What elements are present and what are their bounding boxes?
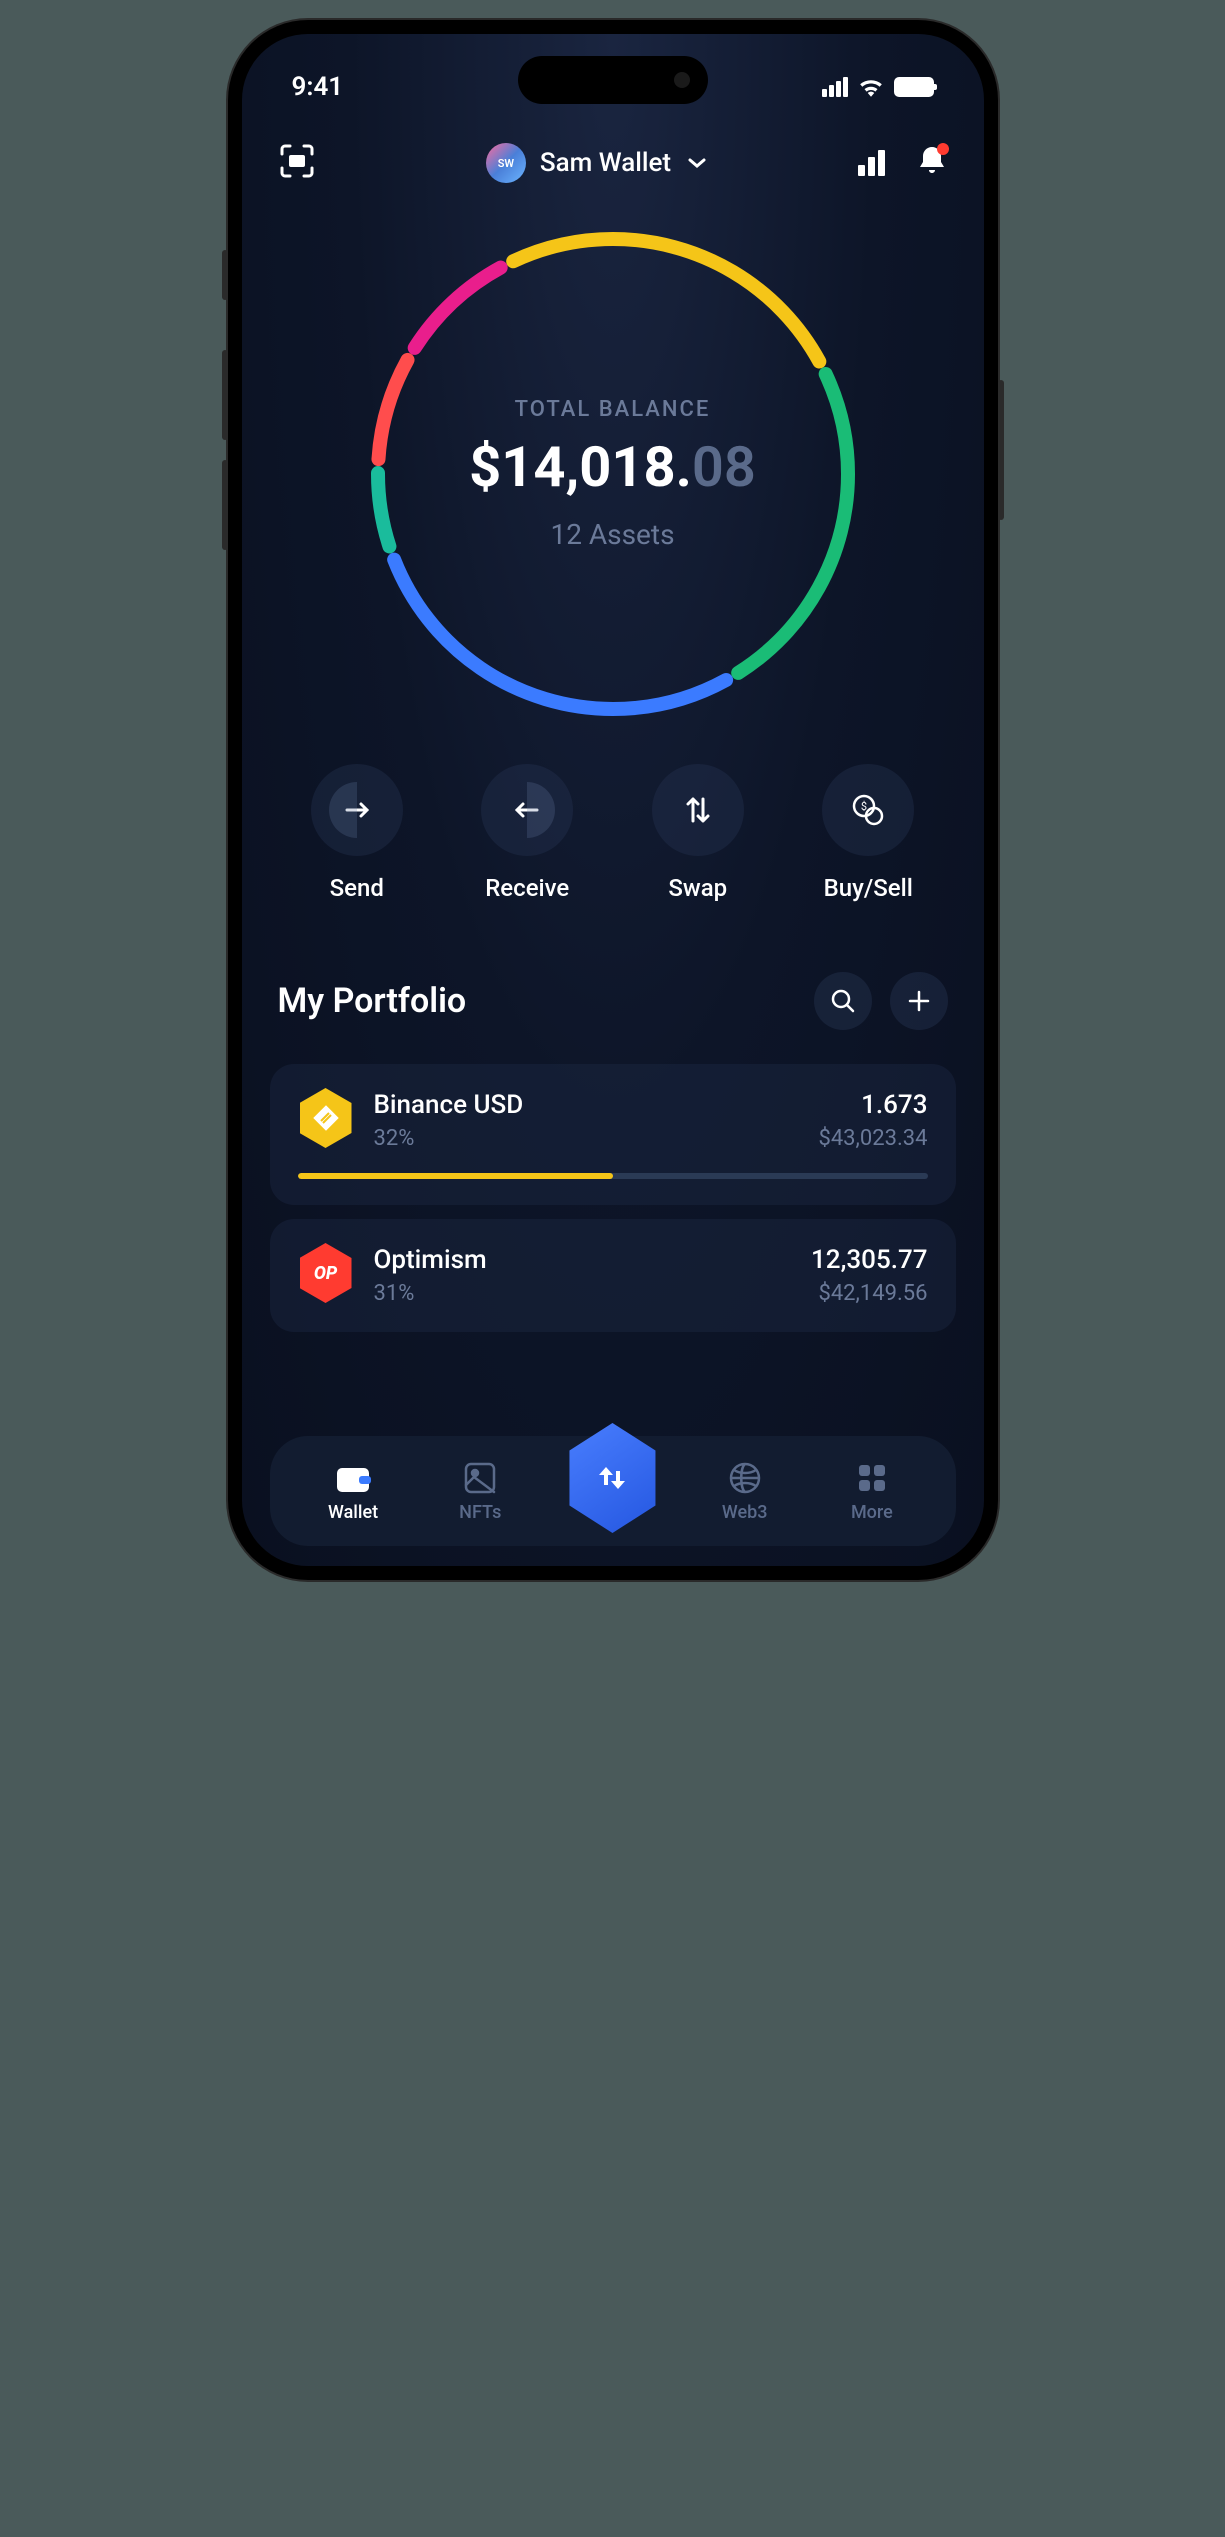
balance-ring-chart: TOTAL BALANCE $14,018.08 12 Assets: [363, 224, 863, 724]
phone-frame: 9:41 SW Sam Wallet: [228, 20, 998, 1580]
grid-icon: [854, 1460, 890, 1496]
nav-web3[interactable]: Web3: [700, 1460, 790, 1523]
receive-label: Receive: [485, 874, 569, 902]
volume-up-button: [222, 350, 228, 440]
asset-name: Optimism: [374, 1245, 792, 1275]
portfolio-title: My Portfolio: [278, 981, 467, 1021]
nav-center-button[interactable]: [562, 1423, 662, 1523]
status-time: 9:41: [292, 72, 344, 102]
nav-wallet-label: Wallet: [328, 1502, 378, 1523]
asset-progress: [298, 1173, 928, 1179]
wallet-icon: [335, 1460, 371, 1496]
app-header: SW Sam Wallet: [242, 112, 984, 204]
nav-more-label: More: [851, 1502, 893, 1523]
screen: 9:41 SW Sam Wallet: [242, 34, 984, 1566]
globe-icon: [727, 1460, 763, 1496]
asset-card[interactable]: OP Optimism 31% 12,305.77 $42,149.56: [270, 1219, 956, 1332]
asset-card[interactable]: Binance USD 32% 1.673 $43,023.34: [270, 1064, 956, 1205]
image-icon: [462, 1460, 498, 1496]
asset-percentage: 31%: [374, 1281, 792, 1306]
power-button: [998, 380, 1004, 520]
coins-icon: $: [851, 793, 885, 827]
dynamic-island: [518, 56, 708, 104]
balance-amount: $14,018.08: [469, 434, 756, 500]
plus-icon: [907, 989, 931, 1013]
asset-usd-value: $43,023.34: [818, 1126, 927, 1151]
nav-nfts[interactable]: NFTs: [435, 1460, 525, 1523]
bottom-nav: Wallet NFTs Web3: [270, 1436, 956, 1546]
swap-button[interactable]: Swap: [652, 764, 744, 902]
swap-center-icon: [593, 1459, 631, 1497]
status-indicators: [822, 77, 934, 97]
add-button[interactable]: [890, 972, 948, 1030]
asset-percentage: 32%: [374, 1126, 799, 1151]
volume-down-button: [222, 460, 228, 550]
search-icon: [830, 988, 856, 1014]
buy-sell-button[interactable]: $ Buy/Sell: [822, 764, 914, 902]
nav-wallet[interactable]: Wallet: [308, 1460, 398, 1523]
side-button: [222, 250, 228, 300]
send-label: Send: [330, 874, 384, 902]
quick-actions: Send Receive Swap $ Buy/Sell: [242, 764, 984, 952]
wifi-icon: [858, 77, 884, 97]
buy-sell-label: Buy/Sell: [824, 874, 913, 902]
asset-amount: 12,305.77: [811, 1245, 927, 1275]
asset-amount: 1.673: [818, 1090, 927, 1120]
wallet-avatar: SW: [486, 143, 526, 183]
asset-icon: [298, 1090, 354, 1146]
receive-button[interactable]: Receive: [481, 764, 573, 902]
notification-dot: [937, 143, 949, 155]
nav-nfts-label: NFTs: [459, 1502, 501, 1523]
nav-more[interactable]: More: [827, 1460, 917, 1523]
asset-icon: OP: [298, 1245, 354, 1301]
chevron-down-icon: [687, 157, 707, 169]
balance-assets-count: 12 Assets: [469, 518, 756, 551]
swap-icon: [684, 795, 712, 825]
battery-icon: [894, 77, 934, 97]
send-button[interactable]: Send: [311, 764, 403, 902]
nav-web3-label: Web3: [722, 1502, 768, 1523]
search-button[interactable]: [814, 972, 872, 1030]
signal-icon: [822, 77, 848, 97]
asset-usd-value: $42,149.56: [811, 1281, 927, 1306]
wallet-name: Sam Wallet: [540, 148, 671, 178]
stats-icon[interactable]: [855, 147, 887, 179]
swap-label: Swap: [668, 874, 727, 902]
asset-name: Binance USD: [374, 1090, 799, 1120]
svg-text:$: $: [861, 800, 867, 813]
wallet-selector[interactable]: SW Sam Wallet: [486, 143, 707, 183]
notifications-button[interactable]: [917, 145, 947, 181]
portfolio-header: My Portfolio: [242, 952, 984, 1050]
balance-label: TOTAL BALANCE: [469, 397, 756, 422]
scan-icon[interactable]: [278, 142, 316, 180]
